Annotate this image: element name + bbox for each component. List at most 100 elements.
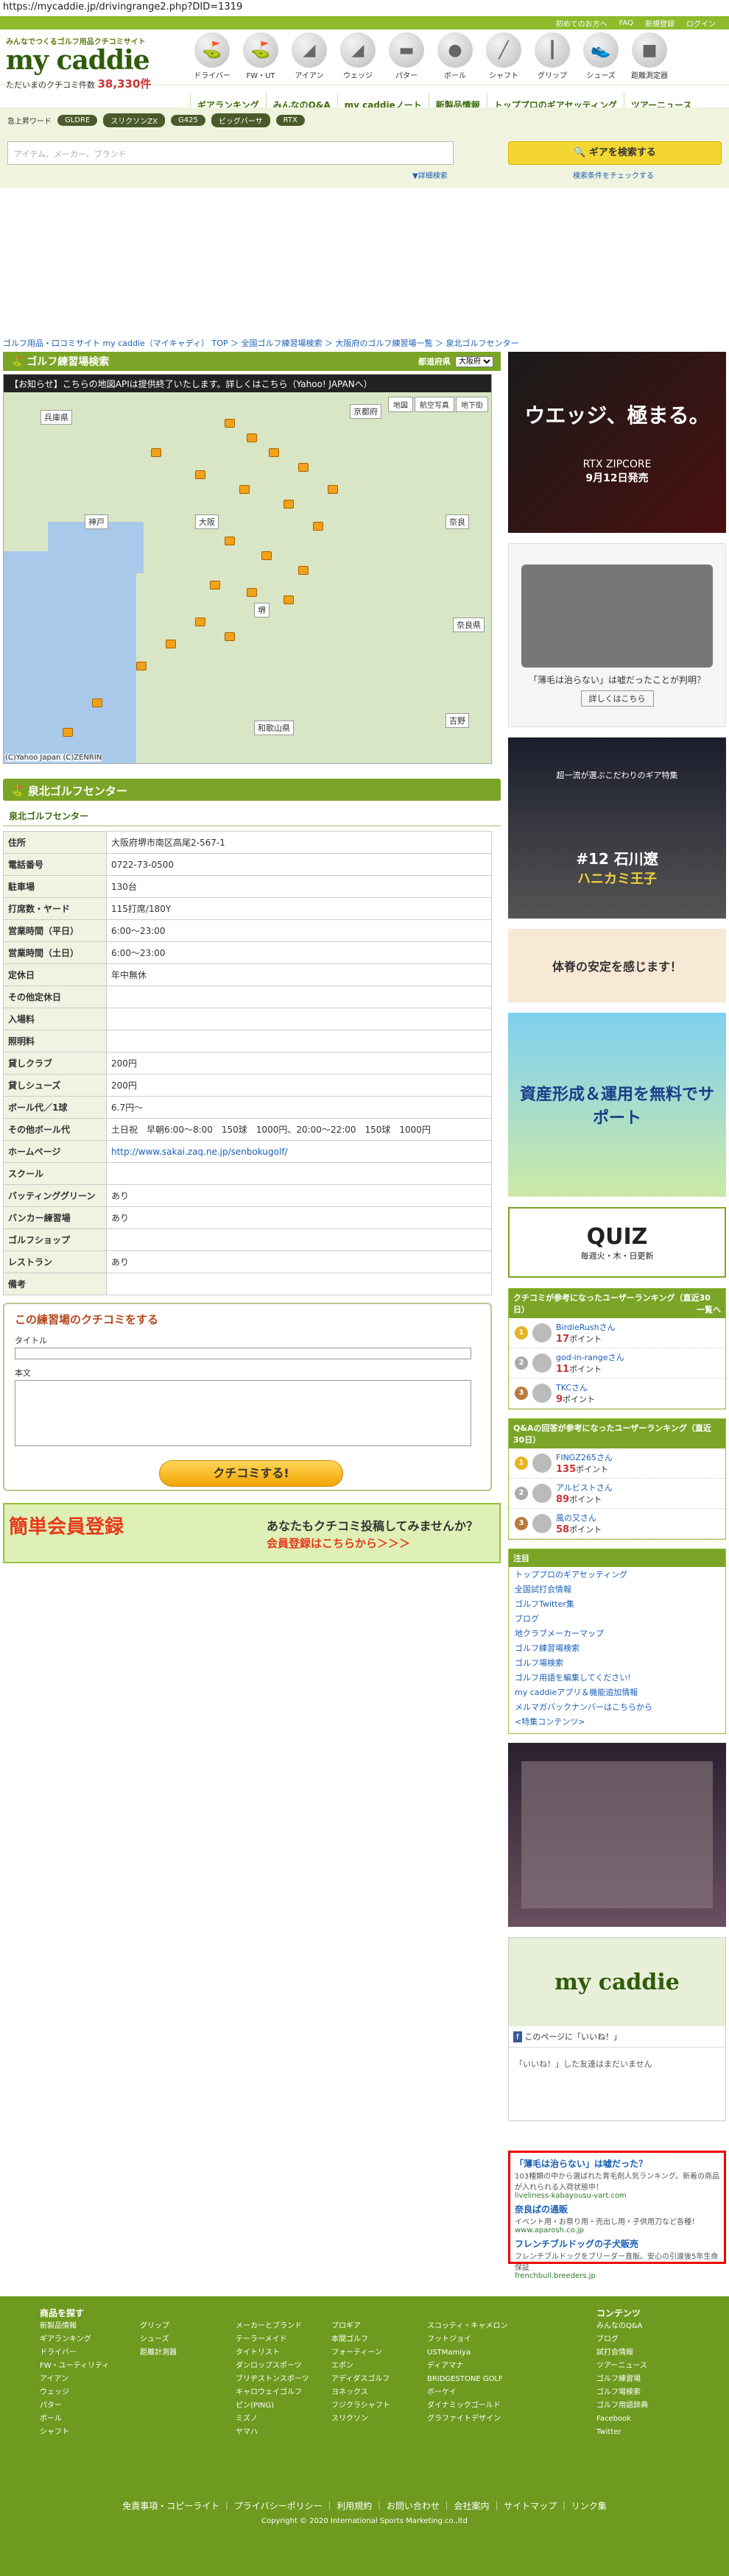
footer-link[interactable]: アディダスゴルフ [331,2373,390,2386]
detail-search-link[interactable]: ▼詳細検索 [412,169,448,180]
region-select[interactable]: 大阪府 [455,355,493,367]
footer-link[interactable]: タイトリスト [236,2346,309,2360]
fb-like-row[interactable]: f このページに「いいね！」 [509,2026,725,2047]
range-pin[interactable] [225,537,235,545]
range-pin[interactable] [284,500,294,509]
footer-link[interactable]: アイアン [40,2373,109,2386]
map-type-satellite[interactable]: 航空写真 [415,397,454,412]
user-link[interactable]: FINGZ265さん [556,1453,613,1462]
range-pin[interactable] [225,419,235,428]
footer-link[interactable]: ミズノ [236,2413,309,2426]
keyword-tag[interactable]: スリクソンZX [103,113,165,127]
featured-link[interactable]: メルマガバックナンバーはこちらから [509,1699,725,1714]
footer-link[interactable]: ダイナミックゴールド [427,2399,507,2413]
featured-link[interactable]: ゴルフTwitter集 [509,1596,725,1611]
range-pin[interactable] [313,522,323,531]
footer-link[interactable]: シャフト [40,2426,109,2439]
range-pin[interactable] [195,618,205,626]
footer-link[interactable]: フットジョイ [427,2333,507,2346]
cat-driver[interactable]: ⛳ ドライバー [190,32,234,80]
footer-link[interactable]: ドライバー [40,2346,109,2360]
footer-link[interactable]: キャロウェイゴルフ [236,2386,309,2399]
range-pin[interactable] [247,434,257,442]
range-pin[interactable] [239,485,250,494]
footer-link[interactable]: ダンロップスポーツ [236,2360,309,2373]
footer-link[interactable]: 新製品情報 [40,2320,109,2333]
register-link[interactable]: 新規登録 [645,18,675,29]
url-bar[interactable]: https://mycaddie.jp/drivingrange2.php?DI… [0,0,729,16]
user-link[interactable]: BirdieRushさん [556,1323,616,1332]
footer-link[interactable]: ディアマナ [427,2360,507,2373]
footer-link[interactable]: ブリヂストンスポーツ [236,2373,309,2386]
register-banner[interactable]: 簡単会員登録 あなたもクチコミ投稿してみませんか？ 会員登録はこちらから＞＞＞ [3,1503,501,1563]
ad-coreforce[interactable]: 体脊の安定を感じます！ [508,929,726,1002]
footer-link[interactable]: みんなのQ&A [596,2320,648,2333]
featured-link[interactable]: トッププロのギアセッティング [509,1567,725,1582]
cat-shoes[interactable]: 👟 シューズ [579,32,623,80]
faq-link[interactable]: FAQ [619,19,633,27]
cat-rangefinder[interactable]: ■ 距離測定器 [627,32,672,80]
review-body-textarea[interactable] [15,1380,471,1446]
ranking-row[interactable]: 1 BirdieRushさん 17ポイント [509,1318,725,1348]
text-ad[interactable]: 「薄毛は治らない」は嘘だった？ 103種類の中から選ばれた育毛剤人気ランキング。新… [515,2157,719,2200]
breadcrumb[interactable]: ゴルフ用品・口コミサイト my caddie（マイキャディ） TOP ＞ 全国ゴ… [3,337,519,349]
keyword-tag[interactable]: G425 [171,115,205,126]
user-link[interactable]: アルビストさん [556,1483,613,1493]
footer-link[interactable]: 試打会情報 [596,2346,648,2360]
keyword-tag[interactable]: GLDRE [57,115,98,126]
featured-link[interactable]: ゴルフ用語を編集してください! [509,1670,725,1685]
featured-link[interactable]: ゴルフ練習場検索 [509,1641,725,1655]
footer-link[interactable]: パター [40,2399,109,2413]
footer-link[interactable]: ヨネックス [331,2386,390,2399]
range-pin[interactable] [247,588,257,597]
footer-link[interactable]: ゴルフ場検索 [596,2386,648,2399]
footer-link[interactable]: グラファイトデザイン [427,2413,507,2426]
ad-gear-feature[interactable]: 超一流が選ぶこだわりのギア特集 #12 石川遼 ハニカミ王子 [508,737,726,919]
footer-link[interactable]: ゴルフ用語辞典 [596,2399,648,2413]
featured-link[interactable]: 全国試打会情報 [509,1582,725,1596]
cat-shaft[interactable]: ╱ シャフト [482,32,526,80]
footer-link[interactable]: ブログ [596,2333,648,2346]
range-pin[interactable] [225,632,235,641]
footer-link[interactable]: ギアランキング [40,2333,109,2346]
keyword-tag[interactable]: ビッグバーサ [211,113,270,127]
footer-link[interactable]: ボール [40,2413,109,2426]
footer-link[interactable]: スコッティ・キャメロン [427,2320,507,2333]
map-type-underground[interactable]: 地下街 [456,397,488,412]
user-link[interactable]: 風の又さん [556,1513,596,1523]
cat-putter[interactable]: ▬ パター [384,32,429,80]
user-link[interactable]: TKCさん [556,1383,588,1393]
search-tips-link[interactable]: 検索条件をチェックする [573,169,654,180]
first-visit-link[interactable]: 初めてのお方へ [556,18,608,29]
footer-link[interactable]: BRIDGESTONE GOLF [427,2373,507,2386]
range-pin[interactable] [92,698,102,707]
ranking-row[interactable]: 2 god-in-rangeさん 11ポイント [509,1348,725,1379]
gear-search-input[interactable]: アイテム、メーカー、ブランド [7,141,454,165]
featured-link[interactable]: <特集コンテンツ> [509,1714,725,1729]
review-title-input[interactable] [15,1348,471,1359]
text-ad[interactable]: フレンチブルドッグの子犬販売 フレンチブルドッグをブリーダー直販。安心の引渡後5年… [515,2237,719,2280]
keyword-tag[interactable]: RTX [275,115,305,126]
footer-link[interactable]: ウェッジ [40,2386,109,2399]
range-pin[interactable] [261,551,272,560]
user-link[interactable]: god-in-rangeさん [556,1353,624,1362]
footer-link[interactable]: 距離計測器 [140,2346,177,2360]
footer-link[interactable]: Facebook [596,2413,648,2426]
footer-link[interactable]: USTMamiya [427,2346,507,2360]
ranking-row[interactable]: 3 風の又さん 58ポイント [509,1509,725,1539]
map-notice[interactable]: 【お知らせ】こちらの地図APIは提供終了いたします。詳しくはこちら（Yahoo!… [4,375,491,392]
footer-link[interactable]: ヤマハ [236,2426,309,2439]
featured-link[interactable]: ゴルフ場検索 [509,1655,725,1670]
footer-link[interactable]: テーラーメイド [236,2333,309,2346]
ranking-row[interactable]: 3 TKCさん 9ポイント [509,1379,725,1409]
ad-hair[interactable]: 「薄毛は治らない」は嘘だったことが判明？ 詳しくはこちら [508,543,726,727]
footer-link[interactable]: 本間ゴルフ [331,2333,390,2346]
range-pin[interactable] [284,595,294,604]
footer-link[interactable]: FW・ユーティリティ [40,2360,109,2373]
footer-link[interactable]: メーカーとブランド [236,2320,309,2333]
featured-link[interactable]: 地クラブメーカーマップ [509,1626,725,1641]
footer-links[interactable]: 免責事項・コピーライト ｜ プライバシーポリシー ｜ 利用規約 ｜ お問い合わせ… [0,2499,729,2512]
site-logo[interactable]: みんなでつくるゴルフ用品クチコミサイト my caddie ただいまのクチコミ件… [6,35,183,91]
ranking-more-link[interactable]: 一覧へ [697,1303,721,1315]
footer-link[interactable]: エポン [331,2360,390,2373]
